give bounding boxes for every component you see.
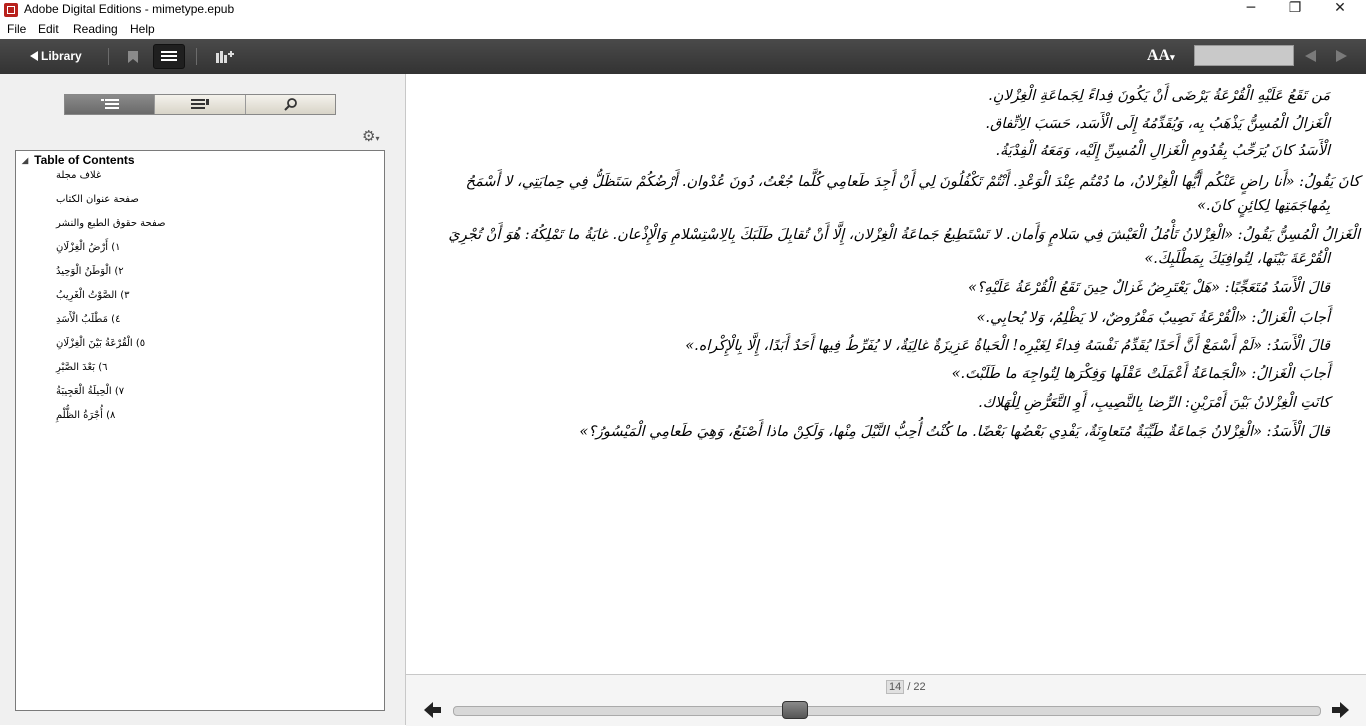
toc-item[interactable]: صفحة حقوق الطبع والنشر [56,218,166,229]
menu-file[interactable]: File [7,22,26,36]
font-size-button[interactable]: AA▾ [1147,47,1175,65]
slider-thumb[interactable] [782,701,808,719]
reading-pane: مَن تَقَعُ عَلَيْهِ الْقُرْعَةُ يَرْضَى … [406,74,1366,674]
library-button[interactable]: Library [41,47,82,65]
tab-toc[interactable] [65,95,156,114]
toc-item[interactable]: ٣) الصَّوْتُ الْغَرِيبُ [56,290,129,301]
text-line: الْقُرْعَةَ بَيْنَها، لِتُوافِيَكَ بِمَط… [1144,251,1330,267]
toc-item[interactable]: ٤) مَطْلَبُ الْأَسَدِ [56,314,120,325]
menu-bar: File Edit Reading Help [0,21,1366,39]
previous-page-arrow-icon[interactable] [423,699,443,721]
tab-bookmarks[interactable] [155,95,246,114]
text-line: الْأَسَدُ كانَ يُرَحِّبُ بِقُدُومِ الْغَ… [995,143,1330,159]
page-slider[interactable] [453,701,1321,719]
collapse-triangle-icon[interactable]: ◢ [22,156,28,165]
tab-search[interactable] [245,95,335,114]
toc-item[interactable]: ٦) بَعْدَ الصَّبْرِ [56,362,108,373]
next-page-arrow-icon[interactable] [1330,699,1350,721]
window-title: Adobe Digital Editions - mimetype.epub [24,2,235,16]
text-line: قالَ الْأَسَدُ مُتَعَجِّبًا: «هَلْ يَعْت… [967,280,1330,296]
back-arrow-icon [30,51,38,61]
maximize-button[interactable]: ❐ [1272,0,1318,21]
search-input[interactable] [1194,45,1294,66]
text-line: الْغَزالُ الْمُسِنُّ يَذْهَبُ بِه، وَيُق… [985,116,1330,132]
toolbar-divider [196,48,197,65]
toc-item[interactable]: ٢) الْوَطَنُ الْوَحِيدُ [56,266,124,277]
font-size-icon: AA [1147,47,1171,64]
magnifier-icon [283,98,297,111]
adobe-digital-editions-icon [4,3,18,17]
text-line: قالَ الْأَسَدُ: «الْغِزْلانُ جَماعَةٌ طَ… [579,424,1330,440]
close-button[interactable]: ✕ [1317,0,1363,21]
add-to-bookshelf-icon[interactable] [208,44,240,69]
text-line: أَجابَ الْغَزالُ: «الْجَماعَةُ أَعْمَلَت… [951,366,1330,382]
toc-item[interactable]: ٥) الْقُرْعَةُ بَيْنَ الْغِزْلَانِ [56,338,145,349]
toc-panel: ◢ Table of Contents غلاف مجلة صفحة عنوان … [15,150,385,711]
toc-title: Table of Contents [34,153,135,167]
toc-icon [101,99,119,109]
text-line: أَجابَ الْغَزالُ: «الْقُرْعَةُ نَصِيبٌ م… [976,310,1330,326]
total-pages: / 22 [907,681,926,693]
bookmarks-list-icon [191,99,210,109]
previous-page-icon[interactable] [1305,50,1317,62]
next-page-icon[interactable] [1336,50,1348,62]
toc-item[interactable]: ٧) الْحِيلَةُ الْعَجِيبَةُ [56,386,124,397]
toc-root[interactable]: ◢ Table of Contents [22,153,135,167]
toc-item[interactable]: ٨) أُجْرَةُ الظُّلْمِ [56,410,115,421]
toc-view-button[interactable] [153,44,185,69]
gear-icon[interactable]: ⚙▾ [362,127,379,145]
text-line: قالَ الْأَسَدُ: «لَمْ أَسْمَعْ أَنَّ أَح… [685,338,1330,354]
page-navigation: 14 / 22 [406,674,1366,726]
title-bar: Adobe Digital Editions - mimetype.epub ─… [0,0,1366,21]
toolbar: Library AA▾ [0,39,1366,75]
text-line: بِمُهاجَمَتِها لِكائِنٍ كانَ.» [1197,198,1330,214]
text-line: مَن تَقَعُ عَلَيْهِ الْقُرْعَةُ يَرْضَى … [988,88,1330,104]
menu-reading[interactable]: Reading [73,22,118,36]
toc-item[interactable]: صفحة عنوان الكتاب [56,194,139,205]
text-line: كانَتِ الْغِزْلانُ بَيْنَ أَمْرَيْنِ: ال… [978,395,1330,411]
sidebar: ⚙▾ ◢ Table of Contents غلاف مجلة صفحة عنو… [0,74,406,725]
text-line: كانَ يَقُولُ: «أَنا راضٍ عَنْكُم أَيُّها… [465,174,1360,190]
menu-help[interactable]: Help [130,22,155,36]
toc-item[interactable]: غلاف مجلة [56,170,101,181]
current-page-field[interactable]: 14 [886,680,905,694]
bookmark-icon[interactable] [117,44,149,69]
list-icon [161,51,177,61]
minimize-button[interactable]: ─ [1228,0,1274,21]
sidebar-view-switcher [64,94,336,115]
menu-edit[interactable]: Edit [38,22,59,36]
toolbar-divider [108,48,109,65]
toc-item[interactable]: ١) أَرْضُ الْغِزْلَانِ [56,242,121,253]
page-indicator: 14 / 22 [886,680,926,694]
text-line: الْغَزالُ الْمُسِنُّ يَقُولُ: «الْغِزْلا… [448,227,1360,243]
